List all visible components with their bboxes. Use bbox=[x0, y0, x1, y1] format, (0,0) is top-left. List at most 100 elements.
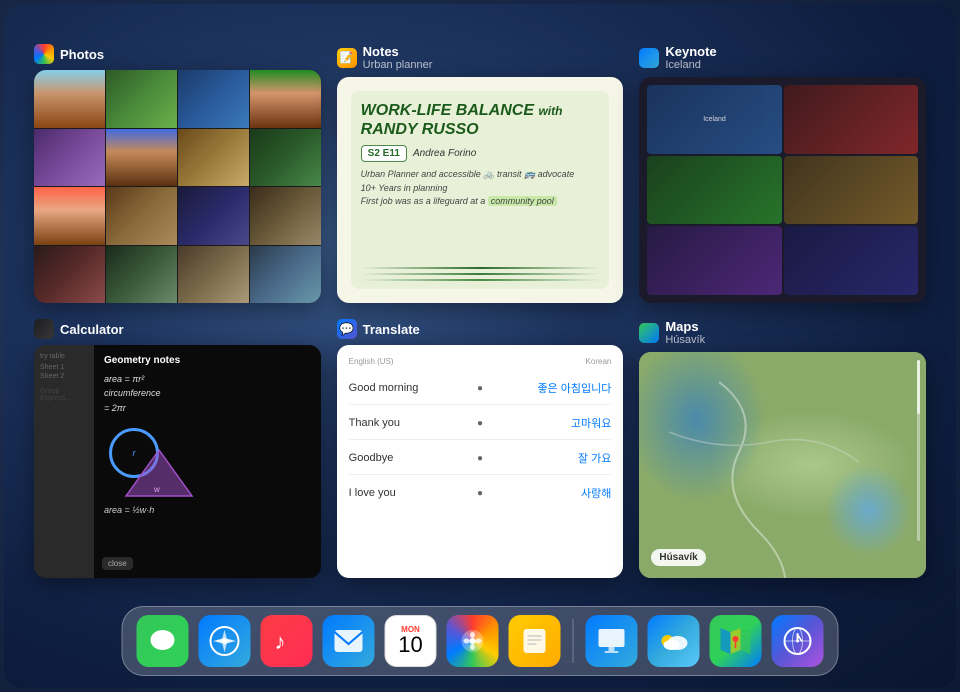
dock-weather-icon[interactable] bbox=[648, 615, 700, 667]
maps-title: Maps bbox=[665, 319, 705, 334]
translate-source-2: Thank you bbox=[349, 417, 469, 429]
calculator-card[interactable]: try table Sheet 1 Sheet 2 GroupExpress..… bbox=[34, 345, 321, 578]
translate-row-3: Goodbye ● 잘 가요 bbox=[349, 450, 612, 475]
photo-cell bbox=[178, 129, 249, 187]
notes-title: Notes bbox=[363, 44, 433, 59]
dock: ♪ MON 10 bbox=[122, 606, 839, 676]
notes-author: Andrea Forino bbox=[413, 148, 476, 159]
svg-text:💬: 💬 bbox=[339, 322, 354, 336]
dock-music-icon[interactable]: ♪ bbox=[261, 615, 313, 667]
photo-cell bbox=[178, 187, 249, 245]
translate-target-4: 사랑해 bbox=[491, 485, 611, 501]
calc-note-title: Geometry notes bbox=[104, 355, 311, 366]
photo-cell bbox=[250, 187, 321, 245]
keynote-slide: Iceland bbox=[647, 85, 781, 154]
photo-cell bbox=[106, 70, 177, 128]
dock-notes-icon[interactable] bbox=[509, 615, 561, 667]
translate-source-1: Good morning bbox=[349, 382, 469, 394]
photos-card-col: Photos bbox=[34, 44, 321, 303]
translate-app-icon: 💬 bbox=[337, 319, 357, 339]
translate-arrow-icon: ● bbox=[477, 418, 483, 429]
notes-headline: WORK-LIFE BALANCE with RANDY RUSSO bbox=[361, 101, 600, 139]
translate-target-3: 잘 가요 bbox=[491, 450, 611, 466]
maps-subtitle: Húsavík bbox=[665, 334, 705, 346]
photo-cell bbox=[34, 70, 105, 128]
calculator-header: Calculator bbox=[34, 319, 321, 339]
photos-flower bbox=[462, 630, 484, 652]
calc-close-btn[interactable]: close bbox=[102, 557, 133, 570]
translate-title: Translate bbox=[363, 322, 420, 337]
notes-sketch bbox=[361, 267, 600, 281]
keynote-header-text: Keynote Iceland bbox=[665, 44, 716, 71]
translate-arrow-icon: ● bbox=[477, 383, 483, 394]
photo-cell bbox=[178, 70, 249, 128]
dock-photos-icon[interactable] bbox=[447, 615, 499, 667]
calendar-date-label: 10 bbox=[398, 634, 422, 656]
keynote-slide bbox=[784, 85, 918, 154]
calc-content: Geometry notes area = πr² circumference … bbox=[94, 345, 321, 525]
translate-row-4: I love you ● 사랑해 bbox=[349, 485, 612, 501]
notes-card-col: 📝 Notes Urban planner WORK-LIFE BALANCE … bbox=[337, 44, 624, 303]
map-scrollbar-thumb bbox=[917, 360, 920, 414]
dock-mail-icon[interactable] bbox=[323, 615, 375, 667]
translate-lang-header: English (US) Korean bbox=[349, 357, 612, 366]
keynote-title: Keynote bbox=[665, 44, 716, 59]
keynote-app-icon bbox=[639, 48, 659, 68]
keynote-card-col: Keynote Iceland Iceland bbox=[639, 44, 926, 303]
photos-title: Photos bbox=[60, 47, 104, 62]
keynote-card[interactable]: Iceland bbox=[639, 77, 926, 303]
dock-maps-icon[interactable] bbox=[710, 615, 762, 667]
map-roads-svg bbox=[639, 352, 926, 578]
keynote-slide bbox=[647, 156, 781, 225]
photo-cell bbox=[250, 246, 321, 304]
keynote-slide bbox=[784, 226, 918, 295]
notes-header: 📝 Notes Urban planner bbox=[337, 44, 624, 71]
notes-body: Urban Planner and accessible 🚲 transit 🚌… bbox=[361, 168, 600, 209]
translate-header-text: Translate bbox=[363, 322, 420, 337]
dock-messages-icon[interactable] bbox=[137, 615, 189, 667]
notes-card[interactable]: WORK-LIFE BALANCE with RANDY RUSSO S2 E1… bbox=[337, 77, 624, 303]
calculator-app-icon bbox=[34, 319, 54, 339]
area-formula: area = ½w·h bbox=[104, 505, 311, 515]
maps-header: Maps Húsavík bbox=[639, 319, 926, 346]
calc-formula: area = πr² circumference = 2πr bbox=[104, 372, 311, 415]
maps-card-col: Maps Húsavík Húsavík bbox=[639, 319, 926, 578]
translate-card[interactable]: English (US) Korean Good morning ● 좋은 아침… bbox=[337, 345, 624, 578]
keynote-slide bbox=[647, 226, 781, 295]
card-row-top: Photos bbox=[34, 44, 926, 303]
app-switcher: Photos bbox=[34, 44, 926, 578]
translate-row-1: Good morning ● 좋은 아침입니다 bbox=[349, 380, 612, 405]
calculator-title: Calculator bbox=[60, 322, 124, 337]
photos-header: Photos bbox=[34, 44, 321, 64]
photos-card[interactable] bbox=[34, 70, 321, 303]
maps-card[interactable]: Húsavík bbox=[639, 352, 926, 578]
photos-grid bbox=[34, 70, 321, 303]
photo-cell bbox=[250, 129, 321, 187]
screen: Photos bbox=[4, 4, 956, 688]
calculator-card-col: Calculator try table Sheet 1 Sheet 2 Gro… bbox=[34, 319, 321, 578]
card-row-bottom: Calculator try table Sheet 1 Sheet 2 Gro… bbox=[34, 319, 926, 578]
calc-main: Geometry notes area = πr² circumference … bbox=[94, 345, 321, 578]
dock-calendar-icon[interactable]: MON 10 bbox=[385, 615, 437, 667]
notes-badge: S2 E11 bbox=[361, 145, 407, 162]
keynote-slide bbox=[784, 156, 918, 225]
keynote-header: Keynote Iceland bbox=[639, 44, 926, 71]
photo-cell bbox=[106, 129, 177, 187]
maps-app-icon bbox=[639, 323, 659, 343]
translate-arrow-icon: ● bbox=[477, 453, 483, 464]
notes-app-icon: 📝 bbox=[337, 48, 357, 68]
photo-cell bbox=[34, 246, 105, 304]
map-city-label: Húsavík bbox=[651, 549, 705, 566]
svg-text:w: w bbox=[153, 485, 160, 494]
notes-subtitle: Urban planner bbox=[363, 59, 433, 71]
photo-cell bbox=[106, 187, 177, 245]
dock-world-clock-icon[interactable] bbox=[772, 615, 824, 667]
translate-header: 💬 Translate bbox=[337, 319, 624, 339]
map-scrollbar bbox=[917, 360, 920, 541]
translate-target-1: 좋은 아침입니다 bbox=[491, 380, 611, 396]
translate-target-2: 고마워요 bbox=[491, 415, 611, 431]
dock-keynote-icon[interactable] bbox=[586, 615, 638, 667]
maps-header-text: Maps Húsavík bbox=[665, 319, 705, 346]
photo-cell bbox=[178, 246, 249, 304]
dock-safari-icon[interactable] bbox=[199, 615, 251, 667]
